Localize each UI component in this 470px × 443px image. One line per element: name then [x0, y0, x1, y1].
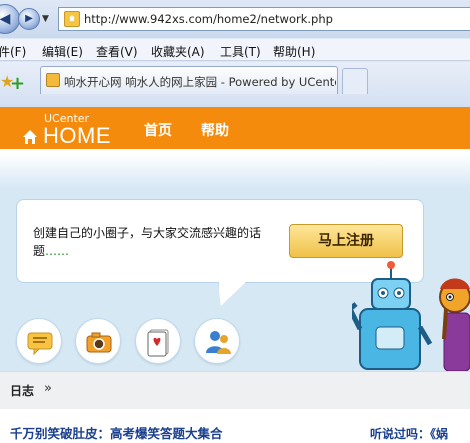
feature-comment[interactable]: [16, 318, 62, 364]
tab-title: 响水开心网 响水人的网上家园 - Powered by UCenter Home: [64, 75, 336, 89]
back-button[interactable]: ◀: [0, 4, 20, 34]
comment-icon: [27, 332, 53, 356]
home-logo-icon: [23, 130, 37, 144]
menu-view[interactable]: 查看(V): [96, 43, 138, 60]
bubble-text: 创建自己的小圈子，与大家交流感兴趣的话题……: [33, 224, 283, 260]
menu-edit[interactable]: 编辑(E): [42, 43, 83, 60]
forward-button[interactable]: ▶: [18, 8, 40, 30]
logo-home-text[interactable]: HOME: [43, 123, 111, 149]
back-arrow-icon: ◀: [0, 11, 11, 27]
browser-chrome: ◀ ▶ ▼ http://www.942xs.com/home2/network…: [0, 0, 470, 107]
breadcrumb: 日志 »: [0, 371, 470, 409]
speech-bubble-tail: [218, 282, 246, 306]
browser-tab-active[interactable]: 响水开心网 响水人的网上家园 - Powered by UCenter Home: [40, 66, 338, 94]
forward-arrow-icon: ▶: [25, 13, 33, 24]
add-favorite-icon[interactable]: +: [10, 75, 28, 93]
robot-mascot-illustration: [352, 261, 470, 371]
site-header: UCenter HOME 首页 帮助: [0, 107, 470, 149]
article-link[interactable]: 千万别笑破肚皮：高考爆笑答题大集合: [10, 423, 223, 442]
menu-file[interactable]: 件(F): [0, 43, 26, 60]
menu-bar: 件(F) 编辑(E) 查看(V) 收藏夹(A) 工具(T) 帮助(H): [0, 39, 470, 61]
menu-favorites[interactable]: 收藏夹(A): [151, 43, 205, 60]
address-bar[interactable]: http://www.942xs.com/home2/network.php: [58, 7, 470, 31]
camera-icon: [86, 332, 112, 353]
tab-row: ★ + 响水开心网 响水人的网上家园 - Powered by UCenter …: [0, 62, 470, 107]
banner-cloud-decor: [0, 149, 470, 189]
site-favicon-icon: [64, 11, 80, 27]
breadcrumb-separator: »: [44, 381, 52, 396]
feature-photo[interactable]: [75, 318, 121, 364]
nav-help-link[interactable]: 帮助: [201, 120, 229, 140]
tab-favicon-icon: [46, 73, 60, 87]
hero-banner: 创建自己的小圈子，与大家交流感兴趣的话题…… 马上注册: [0, 149, 470, 371]
cards-icon: [147, 329, 169, 357]
feature-game[interactable]: [135, 318, 181, 364]
address-bar-row: ◀ ▶ ▼ http://www.942xs.com/home2/network…: [0, 0, 470, 38]
feature-friends[interactable]: [194, 318, 240, 364]
breadcrumb-blog-link[interactable]: 日志: [10, 382, 34, 399]
people-icon: [206, 331, 231, 354]
address-url[interactable]: http://www.942xs.com/home2/network.php: [84, 12, 333, 26]
menu-help[interactable]: 帮助(H): [273, 43, 315, 60]
bubble-ellipsis: ……: [45, 244, 70, 258]
article-link[interactable]: 听说过吗：《娲: [370, 425, 448, 442]
new-tab-button[interactable]: [342, 68, 368, 94]
menu-tools[interactable]: 工具(T): [220, 43, 261, 60]
content-area: 千万别笑破肚皮：高考爆笑答题大集合 听说过吗：《娲: [0, 409, 470, 443]
recent-pages-dropdown[interactable]: ▼: [42, 14, 49, 24]
nav-home-link[interactable]: 首页: [144, 120, 172, 140]
